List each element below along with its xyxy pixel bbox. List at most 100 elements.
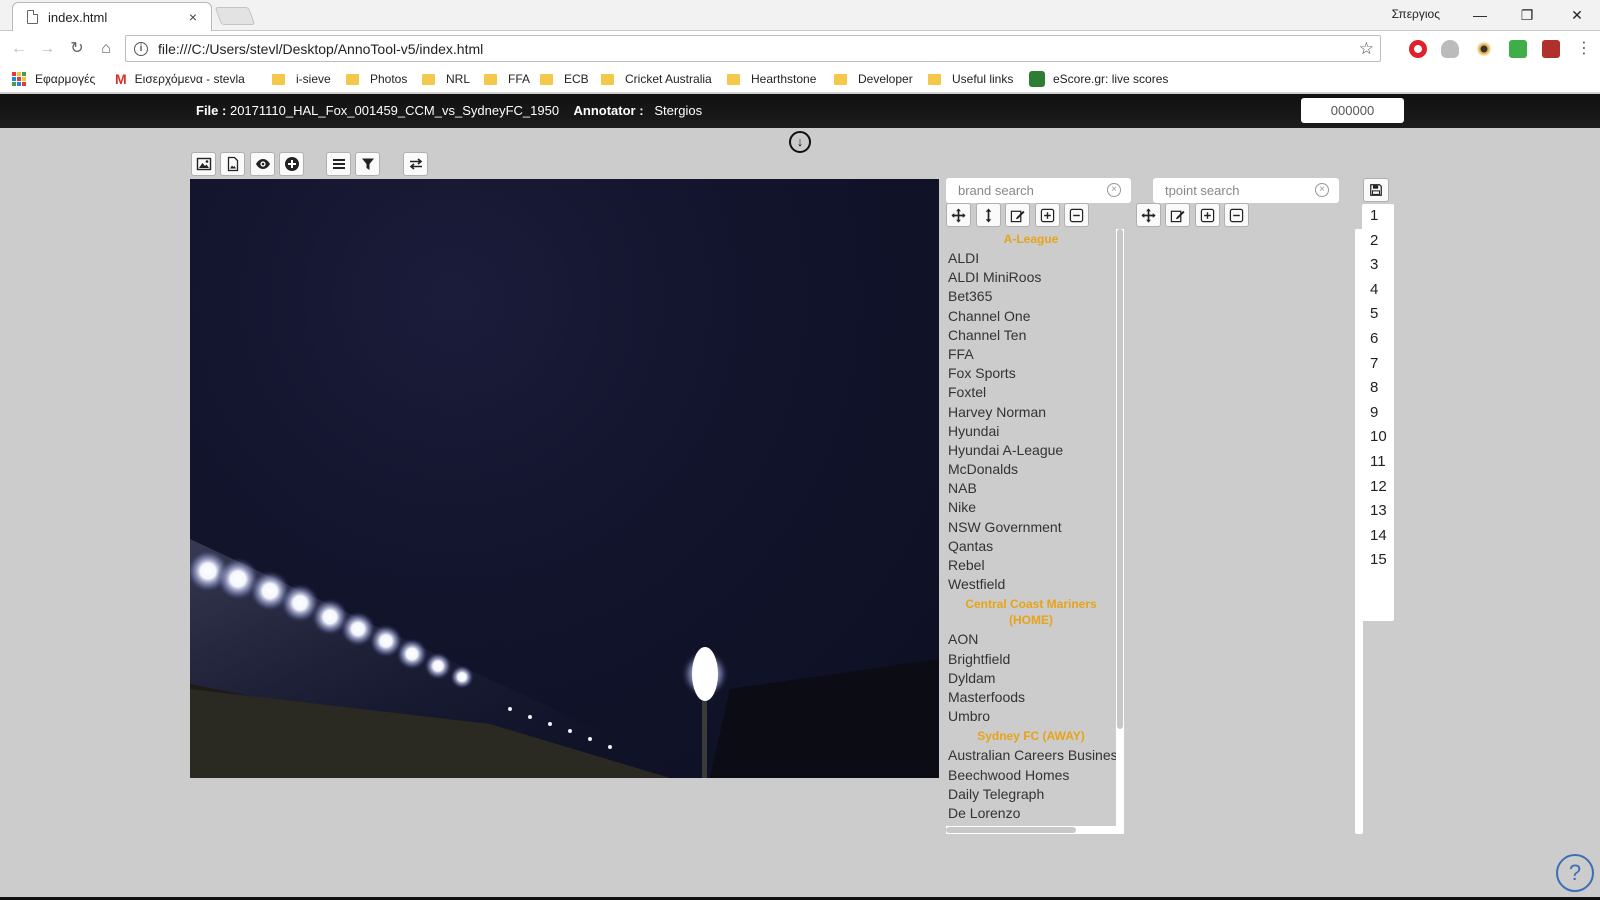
home-icon[interactable]: ⌂ bbox=[96, 39, 116, 59]
brand-list-item[interactable]: Fox Sports bbox=[946, 364, 1116, 383]
brand-list-item[interactable]: Umbro bbox=[946, 707, 1116, 726]
tpoint-add-button[interactable] bbox=[1195, 203, 1220, 227]
list-button[interactable] bbox=[326, 152, 351, 176]
help-button[interactable]: ? bbox=[1556, 854, 1594, 892]
tpoint-search-input[interactable]: tpoint search × bbox=[1153, 178, 1339, 203]
frame-number-item[interactable]: 6 bbox=[1362, 327, 1394, 352]
frame-number-item[interactable]: 5 bbox=[1362, 302, 1394, 327]
brand-list-item[interactable]: ALDI MiniRoos bbox=[946, 268, 1116, 287]
brand-list-item[interactable]: Nike bbox=[946, 498, 1116, 517]
frame-number-item[interactable]: 15 bbox=[1362, 548, 1394, 573]
brand-list-item[interactable]: Australian Careers Business bbox=[946, 746, 1116, 765]
bookmark-escore[interactable]: eScore.gr: live scores bbox=[1029, 70, 1168, 88]
frame-number-item[interactable]: 3 bbox=[1362, 253, 1394, 278]
frame-number-item[interactable]: 13 bbox=[1362, 499, 1394, 524]
bookmark-folder-developer[interactable]: Developer bbox=[834, 70, 913, 88]
forward-icon[interactable]: → bbox=[37, 39, 57, 59]
new-tab-button[interactable] bbox=[214, 7, 256, 25]
frame-number-item[interactable]: 1 bbox=[1362, 204, 1394, 229]
filter-button[interactable] bbox=[355, 152, 380, 176]
frame-number-item[interactable]: 12 bbox=[1362, 475, 1394, 500]
bookmark-folder-photos[interactable]: Photos bbox=[346, 70, 407, 88]
menu-dots-icon[interactable]: ⋮ bbox=[1574, 39, 1594, 59]
bookmark-folder-cricket-australia[interactable]: Cricket Australia bbox=[601, 70, 712, 88]
bookmark-folder-useful-links[interactable]: Useful links bbox=[928, 70, 1013, 88]
frame-number-item[interactable]: 8 bbox=[1362, 376, 1394, 401]
frame-counter-input[interactable]: 000000 bbox=[1301, 98, 1404, 123]
brand-add-button[interactable] bbox=[1035, 203, 1060, 227]
omnibox[interactable]: i file:///C:/Users/stevl/Desktop/AnnoToo… bbox=[125, 35, 1381, 62]
brand-list-item[interactable]: NAB bbox=[946, 479, 1116, 498]
tpoint-search-clear-icon[interactable]: × bbox=[1315, 183, 1329, 197]
bookmark-folder-ffa[interactable]: FFA bbox=[484, 70, 530, 88]
file-image-button[interactable] bbox=[220, 152, 245, 176]
annotation-canvas[interactable] bbox=[190, 179, 939, 778]
save-button[interactable] bbox=[1363, 178, 1389, 202]
bookmark-folder-hearthstone[interactable]: Hearthstone bbox=[727, 70, 816, 88]
minimize-icon[interactable]: — bbox=[1465, 4, 1495, 26]
brand-list-item[interactable]: Daily Telegraph bbox=[946, 785, 1116, 804]
add-button[interactable] bbox=[279, 152, 304, 176]
opera-extension-icon[interactable] bbox=[1409, 40, 1427, 58]
frame-number-item[interactable]: 10 bbox=[1362, 425, 1394, 450]
brand-list-item[interactable]: Channel One bbox=[946, 307, 1116, 326]
frame-number-list[interactable]: 1 2 3 4 5 6 7 8 9 10 11 12 13 14 15 bbox=[1362, 204, 1394, 621]
scrollbar-thumb[interactable] bbox=[946, 827, 1076, 833]
brand-list-item[interactable]: Foxtel bbox=[946, 383, 1116, 402]
brand-list-item[interactable]: FFA bbox=[946, 345, 1116, 364]
brand-list-item[interactable]: Harvey Norman bbox=[946, 403, 1116, 422]
profile-name[interactable]: Σπεργιος bbox=[1392, 7, 1440, 21]
brand-list-item[interactable]: NSW Government bbox=[946, 518, 1116, 537]
bookmark-folder-nrl[interactable]: NRL bbox=[422, 70, 470, 88]
tpoint-edit-button[interactable] bbox=[1165, 203, 1190, 227]
browser-tab[interactable]: index.html × bbox=[12, 2, 212, 31]
eye-extension-icon[interactable] bbox=[1475, 40, 1493, 58]
brand-list-item[interactable]: Channel Ten bbox=[946, 326, 1116, 345]
brand-resize-vertical-button[interactable] bbox=[976, 203, 1001, 227]
brand-list-item[interactable]: Beechwood Homes bbox=[946, 766, 1116, 785]
scrollbar-thumb[interactable] bbox=[1117, 229, 1123, 729]
swap-button[interactable] bbox=[403, 152, 428, 176]
reload-icon[interactable]: ↻ bbox=[67, 39, 87, 59]
tpoint-remove-button[interactable] bbox=[1224, 203, 1249, 227]
brand-list-item[interactable]: McDonalds bbox=[946, 460, 1116, 479]
brand-list-item[interactable]: Qantas bbox=[946, 537, 1116, 556]
bookmark-folder-ecb[interactable]: ECB bbox=[540, 70, 589, 88]
frame-number-item[interactable]: 7 bbox=[1362, 352, 1394, 377]
back-icon[interactable]: ← bbox=[9, 39, 29, 59]
url-text[interactable]: file:///C:/Users/stevl/Desktop/AnnoTool-… bbox=[158, 41, 1359, 57]
brand-list-item[interactable]: Hyundai bbox=[946, 422, 1116, 441]
visibility-button[interactable] bbox=[250, 152, 275, 176]
brand-list-item[interactable]: Westfield bbox=[946, 575, 1116, 594]
brand-list-item[interactable]: ALDI bbox=[946, 249, 1116, 268]
tpoint-move-button[interactable] bbox=[1136, 203, 1161, 227]
frame-number-item[interactable]: 14 bbox=[1362, 524, 1394, 549]
pdf-extension-icon[interactable] bbox=[1542, 40, 1560, 58]
brand-list-item[interactable]: Hyundai A-League bbox=[946, 441, 1116, 460]
brand-list-item[interactable]: Bet365 bbox=[946, 287, 1116, 306]
brand-remove-button[interactable] bbox=[1064, 203, 1089, 227]
brand-list-item[interactable]: Dyldam bbox=[946, 669, 1116, 688]
brand-list[interactable]: A-League ALDI ALDI MiniRoos Bet365 Channel O… bbox=[946, 229, 1116, 829]
bookmark-star-icon[interactable]: ☆ bbox=[1359, 39, 1374, 59]
frame-number-item[interactable]: 11 bbox=[1362, 450, 1394, 475]
download-icon[interactable]: ↓ bbox=[789, 131, 811, 153]
window-close-icon[interactable]: ✕ bbox=[1562, 4, 1592, 26]
brand-list-item[interactable]: Masterfoods bbox=[946, 688, 1116, 707]
brand-edit-button[interactable] bbox=[1005, 203, 1030, 227]
download-extension-icon[interactable] bbox=[1509, 40, 1527, 58]
tab-close-icon[interactable]: × bbox=[185, 9, 201, 25]
frame-number-item[interactable]: 2 bbox=[1362, 229, 1394, 254]
brand-list-item[interactable]: De Lorenzo bbox=[946, 804, 1116, 823]
frame-number-item[interactable]: 9 bbox=[1362, 401, 1394, 426]
bookmark-apps[interactable]: Εφαρμογές bbox=[12, 70, 95, 88]
brand-move-button[interactable] bbox=[946, 203, 971, 227]
brand-list-item[interactable]: Brightfield bbox=[946, 650, 1116, 669]
restore-icon[interactable]: ❐ bbox=[1512, 4, 1542, 26]
brand-list-item[interactable]: Rebel bbox=[946, 556, 1116, 575]
brand-list-horizontal-scrollbar[interactable] bbox=[946, 826, 1124, 834]
image-button[interactable] bbox=[191, 152, 216, 176]
brand-list-vertical-scrollbar[interactable] bbox=[1116, 229, 1124, 829]
cloud-extension-icon[interactable] bbox=[1441, 40, 1459, 58]
brand-search-input[interactable]: brand search × bbox=[946, 178, 1131, 203]
